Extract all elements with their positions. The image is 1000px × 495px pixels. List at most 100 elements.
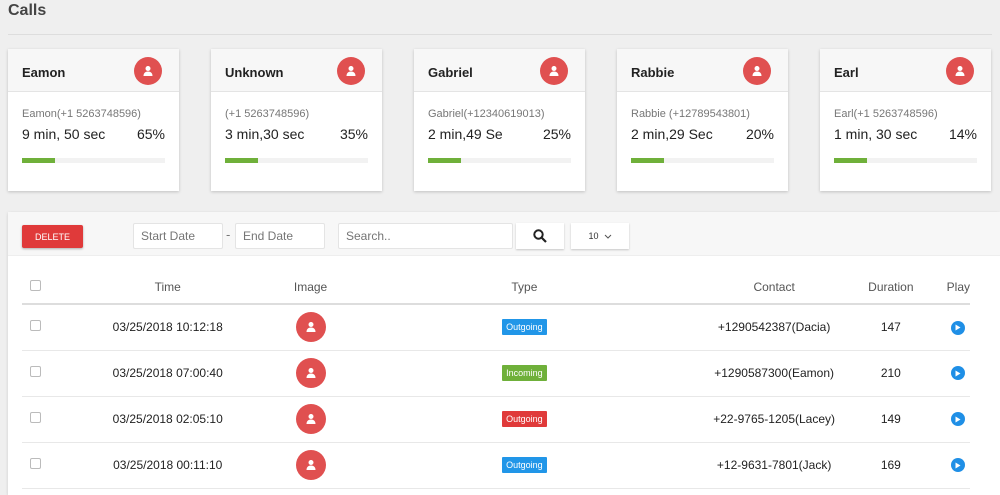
progress-bar bbox=[834, 158, 977, 163]
header-type: Type bbox=[335, 270, 714, 305]
divider bbox=[8, 34, 992, 35]
call-time: 03/25/2018 07:00:40 bbox=[49, 350, 286, 397]
play-button[interactable] bbox=[951, 320, 966, 335]
card-number: Eamon(+1 5263748596) bbox=[22, 108, 141, 120]
progress-fill bbox=[834, 158, 867, 163]
type-badge: Outgoing bbox=[502, 411, 547, 427]
person-icon bbox=[346, 66, 356, 76]
avatar bbox=[295, 358, 326, 388]
card-name: Eamon bbox=[22, 65, 66, 80]
contact-card[interactable]: Gabriel Gabriel(+12340619013) 2 min,49 S… bbox=[414, 49, 585, 191]
row-checkbox[interactable] bbox=[30, 320, 42, 332]
calls-panel: DELETE - 10 Time Image Type Contact Dura… bbox=[8, 212, 1000, 495]
avatar bbox=[134, 57, 162, 85]
delete-button[interactable]: DELETE bbox=[22, 225, 83, 248]
row-checkbox[interactable] bbox=[30, 366, 42, 377]
avatar bbox=[946, 57, 974, 85]
call-contact: +22-9765-1205(Lacey) bbox=[713, 396, 836, 443]
table-row[interactable]: 03/25/2018 10:12:18 Outgoing +1290542387… bbox=[22, 304, 970, 351]
progress-fill bbox=[428, 158, 461, 163]
card-duration: 2 min,29 Sec bbox=[631, 126, 713, 142]
card-percent: 65% bbox=[136, 126, 165, 142]
card-name: Gabriel bbox=[428, 65, 473, 80]
table-row[interactable]: 03/25/2018 07:00:40 Incoming +1290587300… bbox=[22, 350, 970, 397]
avatar bbox=[540, 57, 568, 85]
card-percent: 14% bbox=[948, 126, 977, 142]
play-button[interactable] bbox=[951, 366, 966, 381]
person-icon bbox=[306, 414, 316, 424]
row-checkbox[interactable] bbox=[30, 412, 42, 423]
play-icon bbox=[955, 462, 961, 469]
card-duration: 9 min, 50 sec bbox=[22, 126, 106, 142]
call-contact: +1290587300(Eamon) bbox=[713, 350, 836, 397]
header-image: Image bbox=[285, 270, 336, 305]
person-icon bbox=[306, 368, 316, 378]
card-duration: 2 min,49 Se bbox=[428, 126, 503, 142]
contact-card[interactable]: Eamon Eamon(+1 5263748596) 9 min, 50 sec… bbox=[8, 49, 179, 191]
avatar bbox=[743, 57, 771, 85]
call-time: 03/25/2018 00:11:10 bbox=[49, 442, 286, 489]
play-icon bbox=[955, 416, 961, 423]
avatar bbox=[295, 404, 326, 434]
play-button[interactable] bbox=[951, 412, 966, 427]
card-duration: 3 min,30 sec bbox=[225, 126, 305, 142]
person-icon bbox=[306, 460, 316, 470]
progress-fill bbox=[631, 158, 664, 163]
type-badge: Outgoing bbox=[502, 319, 547, 336]
chevron-down-icon bbox=[604, 234, 611, 239]
call-time: 03/25/2018 02:05:10 bbox=[49, 396, 286, 443]
call-time: 03/25/2018 10:12:18 bbox=[49, 304, 286, 351]
progress-bar bbox=[225, 158, 368, 163]
search-input[interactable] bbox=[338, 223, 513, 249]
header-contact: Contact bbox=[713, 270, 836, 305]
call-duration: 149 bbox=[835, 396, 947, 443]
contact-card[interactable]: Rabbie Rabbie (+12789543801) 2 min,29 Se… bbox=[617, 49, 788, 191]
person-icon bbox=[752, 66, 762, 76]
call-contact: +1290542387(Dacia) bbox=[713, 304, 836, 351]
call-duration: 147 bbox=[835, 304, 947, 351]
card-number: Rabbie (+12789543801) bbox=[631, 108, 750, 120]
contact-card[interactable]: Earl Earl(+1 5263748596) 1 min, 30 sec 1… bbox=[820, 49, 991, 191]
card-name: Earl bbox=[834, 65, 859, 80]
play-button[interactable] bbox=[951, 458, 966, 473]
play-icon bbox=[955, 370, 961, 377]
row-checkbox[interactable] bbox=[30, 458, 42, 469]
avatar bbox=[295, 312, 326, 343]
table-row[interactable]: 03/25/2018 00:11:10 Outgoing +12-9631-78… bbox=[22, 442, 970, 489]
call-duration: 210 bbox=[835, 350, 947, 397]
progress-bar bbox=[428, 158, 571, 163]
call-contact: +12-9631-7801(Jack) bbox=[713, 442, 836, 489]
header-duration: Duration bbox=[835, 270, 947, 305]
type-badge: Incoming bbox=[502, 365, 547, 381]
page-title: Calls bbox=[8, 2, 47, 19]
page-size-select[interactable]: 10 bbox=[571, 223, 629, 249]
person-icon bbox=[306, 322, 316, 333]
select-all-checkbox[interactable] bbox=[30, 279, 42, 291]
card-number: (+1 5263748596) bbox=[225, 108, 310, 120]
contact-card[interactable]: Unknown (+1 5263748596) 3 min,30 sec 35% bbox=[211, 49, 382, 191]
start-date-input[interactable] bbox=[133, 223, 223, 249]
avatar bbox=[337, 57, 365, 85]
end-date-input[interactable] bbox=[235, 223, 325, 249]
page-size-value: 10 bbox=[588, 231, 599, 241]
header-time: Time bbox=[49, 270, 286, 305]
progress-fill bbox=[22, 158, 55, 163]
toolbar: DELETE - 10 bbox=[8, 212, 1000, 256]
person-icon bbox=[955, 66, 965, 76]
card-percent: 25% bbox=[542, 126, 571, 142]
call-duration: 169 bbox=[835, 442, 947, 489]
progress-bar bbox=[631, 158, 774, 163]
card-percent: 35% bbox=[339, 126, 368, 142]
avatar bbox=[295, 450, 326, 480]
card-percent: 20% bbox=[745, 126, 774, 142]
table-row[interactable]: 03/25/2018 02:05:10 Outgoing +22-9765-12… bbox=[22, 396, 970, 443]
card-duration: 1 min, 30 sec bbox=[834, 126, 918, 142]
card-number: Earl(+1 5263748596) bbox=[834, 108, 938, 120]
search-button[interactable] bbox=[516, 223, 564, 249]
person-icon bbox=[143, 66, 153, 76]
card-name: Rabbie bbox=[631, 65, 675, 80]
calls-table: Time Image Type Contact Duration Play 03… bbox=[22, 270, 970, 489]
progress-bar bbox=[22, 158, 165, 163]
header-play: Play bbox=[946, 270, 970, 305]
search-icon bbox=[533, 229, 547, 243]
